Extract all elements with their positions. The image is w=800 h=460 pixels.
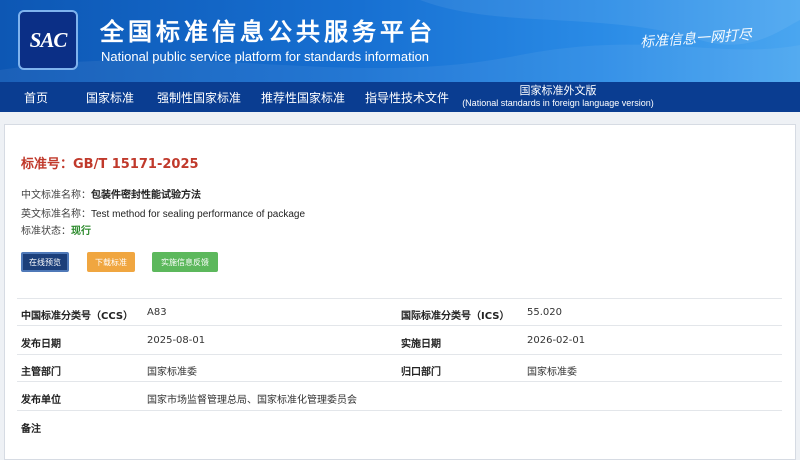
- ccs-label: 中国标准分类号（CCS）: [21, 311, 134, 322]
- ics-label: 国际标准分类号（ICS）: [401, 311, 510, 322]
- site-subtitle: National public service platform for sta…: [101, 49, 430, 64]
- nav-item-home[interactable]: 首页: [24, 82, 48, 112]
- cn-name-label: 中文标准名称：: [21, 190, 91, 201]
- dept-label: 主管部门: [21, 367, 61, 378]
- publish-date-value: 2025-08-01: [147, 335, 206, 346]
- belong-dept-label: 归口部门: [401, 367, 441, 378]
- download-button[interactable]: 下载标准: [87, 252, 135, 272]
- table-divider: [17, 325, 782, 326]
- standard-number-label: 标准号：: [21, 157, 74, 172]
- logo-text: SAC: [29, 27, 68, 52]
- standard-number: GB/T 15171-2025: [73, 157, 199, 172]
- status-row: 标准状态：现行: [21, 222, 91, 237]
- status-label: 标准状态：: [21, 226, 71, 237]
- nav-item-foreign-language[interactable]: 国家标准外文版 (National standards in foreign l…: [462, 82, 654, 112]
- issuer-label: 发布单位: [21, 395, 61, 406]
- table-divider: [17, 354, 782, 355]
- standard-detail-card: 标准号：GB/T 15171-2025 中文标准名称：包装件密封性能试验方法 英…: [4, 124, 796, 460]
- table-divider: [17, 381, 782, 382]
- ics-value: 55.020: [527, 307, 562, 318]
- nav-foreign-label: 国家标准外文版: [519, 84, 597, 97]
- nav-foreign-sublabel: (National standards in foreign language …: [462, 98, 654, 108]
- nav-item-guidance-documents[interactable]: 指导性技术文件: [365, 82, 449, 112]
- dept-value: 国家标准委: [147, 367, 197, 378]
- status-badge: 现行: [71, 226, 91, 237]
- sac-logo[interactable]: SAC: [18, 10, 78, 70]
- table-divider: [17, 298, 782, 299]
- cn-name-row: 中文标准名称：包装件密封性能试验方法: [21, 186, 201, 201]
- nav-item-mandatory-standards[interactable]: 强制性国家标准: [157, 82, 241, 112]
- implement-date-value: 2026-02-01: [527, 335, 586, 346]
- table-divider: [17, 410, 782, 411]
- belong-dept-value: 国家标准委: [527, 367, 577, 378]
- main-nav: 首页 国家标准 强制性国家标准 推荐性国家标准 指导性技术文件 国家标准外文版 …: [0, 82, 800, 112]
- site-title: 全国标准信息公共服务平台: [100, 18, 436, 46]
- nav-item-recommended-standards[interactable]: 推荐性国家标准: [261, 82, 345, 112]
- feedback-button[interactable]: 实施信息反馈: [152, 252, 218, 272]
- ccs-value: A83: [147, 307, 167, 318]
- en-name-row: 英文标准名称：Test method for sealing performan…: [21, 205, 305, 220]
- en-name-value: Test method for sealing performance of p…: [91, 209, 306, 220]
- publish-date-label: 发布日期: [21, 339, 61, 350]
- implement-date-label: 实施日期: [401, 339, 441, 350]
- nav-item-national-standards[interactable]: 国家标准: [86, 82, 134, 112]
- remark-label: 备注: [21, 424, 41, 435]
- cn-name-value: 包装件密封性能试验方法: [91, 190, 201, 201]
- en-name-label: 英文标准名称：: [21, 209, 91, 220]
- issuer-value: 国家市场监督管理总局、国家标准化管理委员会: [147, 395, 357, 406]
- header-banner: SAC 全国标准信息公共服务平台 National public service…: [0, 0, 800, 82]
- preview-button[interactable]: 在线预览: [21, 252, 69, 272]
- standard-number-heading: 标准号：GB/T 15171-2025: [21, 153, 199, 172]
